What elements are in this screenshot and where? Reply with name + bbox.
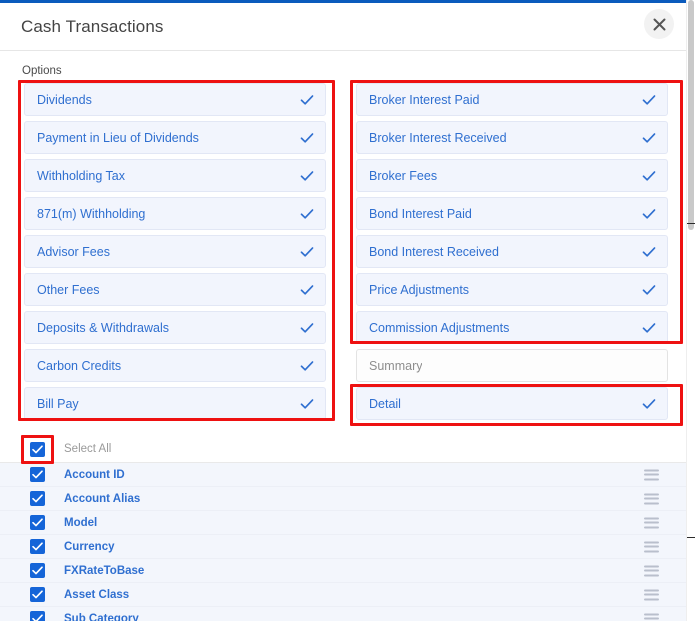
close-button[interactable] xyxy=(644,9,674,39)
option-label: Bond Interest Paid xyxy=(369,206,472,221)
option-row[interactable]: Other Fees xyxy=(24,273,326,306)
check-icon xyxy=(642,94,656,105)
column-checkbox[interactable] xyxy=(30,611,45,621)
select-all-row[interactable]: Select All xyxy=(0,436,687,463)
check-icon xyxy=(300,94,314,105)
check-icon xyxy=(300,246,314,257)
check-icon xyxy=(300,360,314,371)
option-row[interactable]: Summary xyxy=(356,349,668,382)
drag-handle-icon[interactable] xyxy=(644,541,659,552)
option-row[interactable]: Deposits & Withdrawals xyxy=(24,311,326,344)
column-checkbox[interactable] xyxy=(30,467,45,482)
option-row[interactable]: Broker Interest Received xyxy=(356,121,668,154)
check-icon xyxy=(300,398,314,409)
column-checkbox[interactable] xyxy=(30,563,45,578)
list-item[interactable]: Asset Class xyxy=(0,583,687,607)
option-label: Other Fees xyxy=(37,282,100,297)
option-row[interactable]: Withholding Tax xyxy=(24,159,326,192)
list-item[interactable]: Model xyxy=(0,511,687,535)
drag-handle-icon[interactable] xyxy=(644,613,659,621)
option-label: Summary xyxy=(369,358,423,373)
option-row[interactable]: Broker Fees xyxy=(356,159,668,192)
option-label: Broker Fees xyxy=(369,168,438,183)
check-icon xyxy=(300,322,314,333)
option-label: Price Adjustments xyxy=(369,282,470,297)
column-checkbox[interactable] xyxy=(30,587,45,602)
cash-transactions-dialog: Cash Transactions Options Dividends Payme… xyxy=(0,0,695,621)
close-icon xyxy=(653,18,666,31)
column-checkbox[interactable] xyxy=(30,491,45,506)
option-row[interactable]: Payment in Lieu of Dividends xyxy=(24,121,326,154)
drag-handle-icon[interactable] xyxy=(644,493,659,504)
page-title: Cash Transactions xyxy=(21,17,164,36)
option-row[interactable]: Broker Interest Paid xyxy=(356,83,668,116)
option-label: Withholding Tax xyxy=(37,168,126,183)
list-item[interactable]: FXRateToBase xyxy=(0,559,687,583)
option-label: Carbon Credits xyxy=(37,358,122,373)
drag-handle-icon[interactable] xyxy=(644,565,659,576)
page-scrollbar-track[interactable] xyxy=(686,0,695,621)
option-row[interactable]: Advisor Fees xyxy=(24,235,326,268)
option-row[interactable]: 871(m) Withholding xyxy=(24,197,326,230)
scrollbar-tick xyxy=(687,223,695,224)
options-section-label: Options xyxy=(22,65,62,77)
column-checkbox[interactable] xyxy=(30,515,45,530)
dialog-header: Cash Transactions xyxy=(0,3,687,51)
option-label: Deposits & Withdrawals xyxy=(37,320,169,335)
option-row[interactable]: Bond Interest Received xyxy=(356,235,668,268)
option-label: Detail xyxy=(369,396,401,411)
option-label: Commission Adjustments xyxy=(369,320,510,335)
page-scrollbar-thumb[interactable] xyxy=(688,0,694,230)
list-item[interactable]: Currency xyxy=(0,535,687,559)
column-label: Currency xyxy=(64,540,115,553)
select-all-checkbox[interactable] xyxy=(30,441,45,457)
options-right-column: Broker Interest Paid Broker Interest Rece… xyxy=(356,83,668,420)
check-icon xyxy=(642,170,656,181)
option-label: Bill Pay xyxy=(37,396,79,411)
option-row[interactable]: Carbon Credits xyxy=(24,349,326,382)
check-icon xyxy=(642,322,656,333)
check-icon xyxy=(642,246,656,257)
option-row[interactable]: Detail xyxy=(356,387,668,420)
option-label: Dividends xyxy=(37,92,92,107)
column-selection-list[interactable]: Select All Account ID Account Alias Model Cu… xyxy=(0,436,687,621)
check-icon xyxy=(642,398,656,409)
check-icon xyxy=(300,208,314,219)
option-label: Broker Interest Received xyxy=(369,130,507,145)
option-row[interactable]: Bond Interest Paid xyxy=(356,197,668,230)
column-label: Account ID xyxy=(64,468,125,481)
check-icon xyxy=(642,208,656,219)
check-icon xyxy=(300,132,314,143)
check-icon xyxy=(642,284,656,295)
check-icon xyxy=(642,132,656,143)
scrollbar-tick xyxy=(687,537,695,538)
option-label: Payment in Lieu of Dividends xyxy=(37,130,199,145)
option-row[interactable]: Dividends xyxy=(24,83,326,116)
check-icon xyxy=(300,170,314,181)
drag-handle-icon[interactable] xyxy=(644,589,659,600)
column-label: Model xyxy=(64,516,98,529)
column-label: Sub Category xyxy=(64,612,139,621)
list-item[interactable]: Sub Category xyxy=(0,607,687,621)
check-icon xyxy=(300,284,314,295)
option-label: 871(m) Withholding xyxy=(37,206,146,221)
select-all-label: Select All xyxy=(64,443,112,455)
drag-handle-icon[interactable] xyxy=(644,517,659,528)
list-item[interactable]: Account Alias xyxy=(0,487,687,511)
options-container: Dividends Payment in Lieu of Dividends Wit… xyxy=(0,83,687,420)
list-item[interactable]: Account ID xyxy=(0,463,687,487)
option-label: Broker Interest Paid xyxy=(369,92,480,107)
option-row[interactable]: Price Adjustments xyxy=(356,273,668,306)
option-row[interactable]: Commission Adjustments xyxy=(356,311,668,344)
column-label: Asset Class xyxy=(64,588,130,601)
options-left-column: Dividends Payment in Lieu of Dividends Wit… xyxy=(24,83,326,420)
option-row[interactable]: Bill Pay xyxy=(24,387,326,420)
column-label: Account Alias xyxy=(64,492,141,505)
option-label: Bond Interest Received xyxy=(369,244,499,259)
column-label: FXRateToBase xyxy=(64,564,145,577)
column-checkbox[interactable] xyxy=(30,539,45,554)
option-label: Advisor Fees xyxy=(37,244,110,259)
drag-handle-icon[interactable] xyxy=(644,469,659,480)
